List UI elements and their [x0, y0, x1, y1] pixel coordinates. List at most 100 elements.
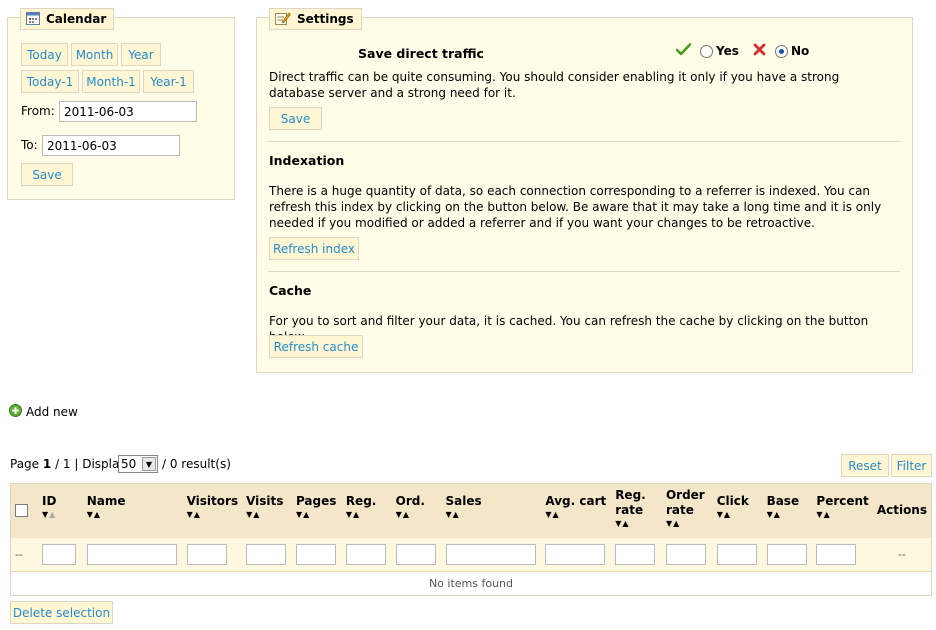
sort-asc-icon[interactable]: ▲	[774, 511, 781, 519]
select-all-checkbox[interactable]	[15, 504, 28, 517]
filter-visits-input[interactable]	[246, 543, 287, 565]
filter-base-input[interactable]	[766, 543, 807, 565]
filter-sales-input[interactable]	[445, 543, 536, 565]
filter-reg-rate-input[interactable]	[615, 543, 656, 565]
column-label: Actions	[876, 503, 927, 517]
save-direct-traffic-label: Save direct traffic	[358, 46, 484, 61]
sort-asc-icon[interactable]: ▲	[94, 511, 101, 519]
sort-desc-icon[interactable]: ▼	[615, 520, 622, 528]
refresh-index-button[interactable]: Refresh index	[269, 237, 359, 260]
sort-arrows: ▼▲	[816, 511, 868, 519]
column-label: Visitors	[186, 494, 239, 508]
sort-asc-icon[interactable]: ▲	[253, 511, 260, 519]
sort-asc-icon[interactable]: ▲	[353, 511, 360, 519]
year-button[interactable]: Year	[121, 43, 161, 66]
filter-pages-input[interactable]	[295, 543, 336, 565]
display-value: 50	[121, 457, 137, 471]
display-select[interactable]: 50 ▼	[118, 455, 158, 473]
select-all-cell	[10, 483, 38, 538]
from-date-input[interactable]	[59, 101, 197, 122]
filter-ord-input[interactable]	[395, 543, 436, 565]
sort-arrows: ▼▲	[767, 511, 809, 519]
filter-reg-input[interactable]	[345, 543, 386, 565]
year-minus-1-button[interactable]: Year-1	[143, 70, 194, 93]
sort-desc-icon[interactable]: ▼	[346, 511, 353, 519]
divider	[268, 271, 900, 272]
sort-arrows: ▼▲	[42, 511, 79, 519]
sort-desc-icon[interactable]: ▼	[296, 511, 303, 519]
sort-asc-icon[interactable]: ▲	[303, 511, 310, 519]
sort-asc-icon[interactable]: ▲	[824, 511, 831, 519]
filter-percent-input[interactable]	[816, 543, 857, 565]
calendar-save-button[interactable]: Save	[21, 163, 73, 186]
results-count: / 0 result(s)	[162, 457, 231, 471]
sort-desc-icon[interactable]: ▼	[87, 511, 94, 519]
col-actions: Actions	[872, 483, 932, 538]
sort-arrows: ▼▲	[615, 520, 658, 528]
no-radio[interactable]	[775, 45, 788, 58]
sort-asc-icon[interactable]: ▲	[622, 520, 629, 528]
current-page: 1	[42, 457, 52, 471]
sort-desc-icon[interactable]: ▼	[666, 520, 673, 528]
sort-asc-icon[interactable]: ▲	[724, 511, 731, 519]
col-avg-cart: Avg. cart ▼▲	[541, 483, 612, 538]
table-header-row: ID ▼▲ Name ▼▲ Visitors ▼▲ Visits ▼▲ Page…	[10, 483, 932, 538]
filter-visitors-input[interactable]	[186, 543, 227, 565]
delete-selection-button[interactable]: Delete selection	[10, 601, 113, 624]
col-reg-rate: Reg. rate ▼▲	[611, 483, 662, 538]
today-button[interactable]: Today	[21, 43, 68, 66]
filter-dash: --	[10, 537, 38, 572]
to-date-input[interactable]	[42, 135, 180, 156]
sort-asc-icon[interactable]: ▲	[403, 511, 410, 519]
filter-avg-cart-input[interactable]	[545, 543, 606, 565]
add-new-link[interactable]: Add new	[9, 404, 78, 420]
today-minus-1-button[interactable]: Today-1	[21, 70, 79, 93]
sort-desc-icon[interactable]: ▼	[767, 511, 774, 519]
sort-asc-icon[interactable]: ▲	[49, 511, 56, 519]
direct-traffic-description: Direct traffic can be quite consuming. Y…	[269, 70, 840, 100]
yes-radio[interactable]	[700, 45, 713, 58]
col-base: Base ▼▲	[762, 483, 813, 538]
add-new-label: Add new	[26, 405, 78, 419]
sort-asc-icon[interactable]: ▲	[453, 511, 460, 519]
sort-desc-icon[interactable]: ▼	[446, 511, 453, 519]
sort-asc-icon[interactable]: ▲	[553, 511, 560, 519]
sort-arrows: ▼▲	[346, 511, 388, 519]
filter-row: -- --	[10, 537, 932, 572]
sort-asc-icon[interactable]: ▲	[194, 511, 201, 519]
sort-desc-icon[interactable]: ▼	[545, 511, 552, 519]
sort-desc-icon[interactable]: ▼	[717, 511, 724, 519]
sort-arrows: ▼▲	[446, 511, 538, 519]
filter-button[interactable]: Filter	[891, 454, 932, 477]
sort-desc-icon[interactable]: ▼	[42, 511, 49, 519]
check-icon	[675, 43, 692, 59]
refresh-cache-button[interactable]: Refresh cache	[269, 335, 363, 358]
empty-message: No items found	[10, 571, 932, 596]
sort-desc-icon[interactable]: ▼	[396, 511, 403, 519]
sort-arrows: ▼▲	[666, 520, 709, 528]
to-label: To:	[21, 138, 38, 152]
direct-traffic-save-button[interactable]: Save	[269, 107, 322, 130]
sort-arrows: ▼▲	[246, 511, 288, 519]
col-sales: Sales ▼▲	[441, 483, 542, 538]
col-name: Name ▼▲	[82, 483, 183, 538]
sort-desc-icon[interactable]: ▼	[246, 511, 253, 519]
reset-button[interactable]: Reset	[841, 454, 889, 477]
filter-name-input[interactable]	[86, 543, 177, 565]
sort-desc-icon[interactable]: ▼	[187, 511, 194, 519]
sort-desc-icon[interactable]: ▼	[816, 511, 823, 519]
divider	[268, 141, 900, 142]
sort-asc-icon[interactable]: ▲	[673, 520, 680, 528]
col-percent: Percent ▼▲	[812, 483, 873, 538]
month-button[interactable]: Month	[71, 43, 118, 66]
filter-order-rate-input[interactable]	[665, 543, 706, 565]
filter-click-input[interactable]	[716, 543, 757, 565]
month-minus-1-button[interactable]: Month-1	[82, 70, 140, 93]
cache-heading: Cache	[269, 283, 312, 298]
column-label: Reg.	[345, 494, 377, 508]
empty-row: No items found	[10, 571, 932, 596]
column-label: Ord.	[395, 494, 425, 508]
sort-arrows: ▼▲	[545, 511, 607, 519]
filter-id-input[interactable]	[41, 543, 76, 565]
cross-icon	[753, 43, 766, 59]
